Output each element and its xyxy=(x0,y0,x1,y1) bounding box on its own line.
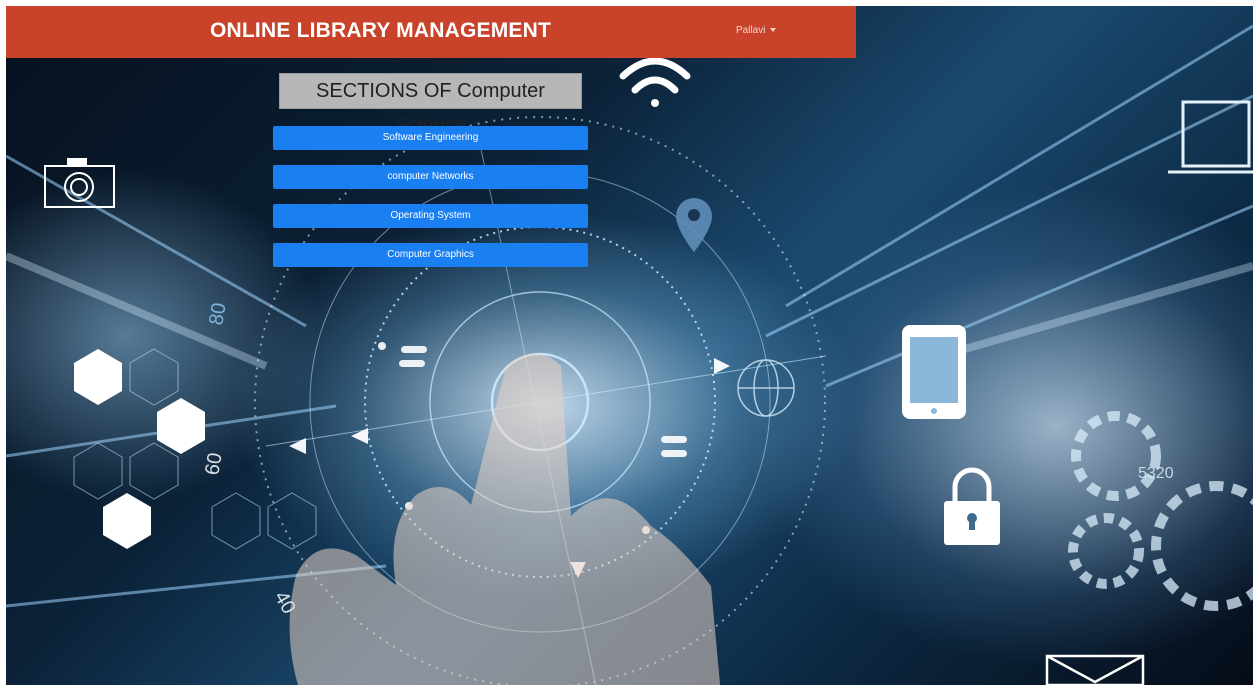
brand-title[interactable]: ONLINE LIBRARY MANAGEMENT xyxy=(210,19,551,43)
gear-icon xyxy=(1068,411,1253,611)
padlock-icon xyxy=(944,467,1000,545)
user-dropdown[interactable]: Pallavi xyxy=(736,25,777,36)
page: 80 60 40 5320 ONLINE LIBRARY MANAGEMENT … xyxy=(0,0,1253,685)
hexagon-shapes xyxy=(74,349,205,549)
computer-graphics-button[interactable]: Computer Graphics xyxy=(273,243,588,267)
smartphone-icon xyxy=(902,325,966,419)
navbar: ONLINE LIBRARY MANAGEMENT Pallavi xyxy=(6,6,856,58)
computer-networks-button[interactable]: computer Networks xyxy=(273,165,588,189)
background-image: 80 60 40 5320 xyxy=(6,6,1253,685)
software-engineering-button[interactable]: Software Engineering xyxy=(273,126,588,150)
dial-label-80: 80 xyxy=(205,301,231,327)
caret-down-icon xyxy=(770,28,777,33)
hand-image xyxy=(289,353,721,685)
wifi-icon xyxy=(619,57,691,107)
user-name: Pallavi xyxy=(736,25,766,36)
background-illustration: 80 60 40 5320 xyxy=(6,24,1253,685)
operating-system-button[interactable]: Operating System xyxy=(273,204,588,228)
laptop-icon xyxy=(1168,100,1253,174)
envelope-icon xyxy=(1045,654,1145,685)
globe-icon xyxy=(737,359,795,417)
section-title: SECTIONS OF Computer Science xyxy=(279,73,582,136)
dial-label-60: 60 xyxy=(201,451,227,477)
